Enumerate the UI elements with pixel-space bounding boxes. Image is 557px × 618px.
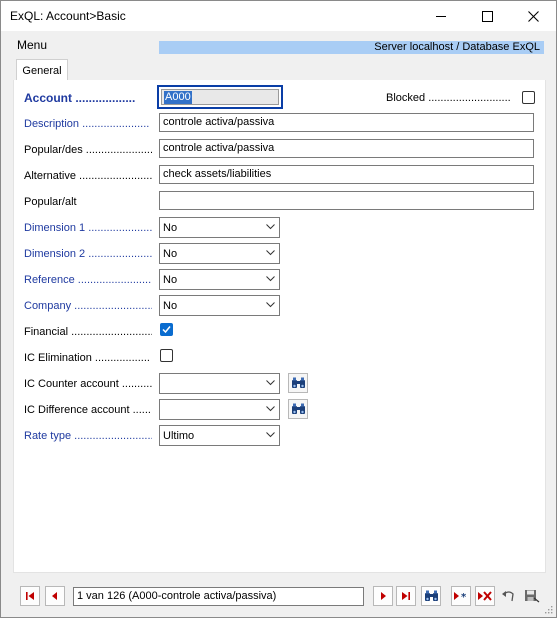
dimension2-select[interactable]: No — [159, 243, 280, 264]
save-button[interactable] — [522, 586, 542, 606]
alternative-field[interactable]: check assets/liabilities — [159, 165, 534, 184]
search-records-button[interactable] — [421, 586, 441, 606]
blocked-checkbox[interactable] — [522, 91, 535, 104]
window-title: ExQL: Account>Basic — [10, 9, 126, 23]
svg-text:*: * — [461, 592, 467, 601]
ic-elimination-label: IC Elimination .................. — [24, 352, 150, 364]
maximize-icon — [481, 10, 493, 22]
financial-checkbox[interactable] — [160, 323, 173, 336]
company-select[interactable]: No — [159, 295, 280, 316]
checkmark-icon — [162, 326, 171, 334]
last-record-icon — [402, 592, 410, 600]
account-value: A000 — [164, 91, 192, 104]
maximize-button[interactable] — [464, 1, 510, 31]
title-bar: ExQL: Account>Basic — [1, 1, 556, 31]
undo-button[interactable] — [499, 586, 519, 606]
alternative-label: Alternative ......................... — [24, 170, 152, 182]
ic-difference-account-label: IC Difference account ....... — [24, 404, 152, 416]
chevron-down-icon — [266, 224, 275, 230]
close-icon — [527, 10, 539, 22]
dimension2-value: No — [163, 248, 178, 260]
chevron-down-icon — [266, 380, 275, 386]
chevron-down-icon — [266, 276, 275, 282]
blocked-label: Blocked ............................. — [386, 92, 511, 104]
dimension1-select[interactable]: No — [159, 217, 280, 238]
menu-item[interactable]: Menu — [17, 38, 47, 52]
tab-strip: General — [13, 59, 546, 81]
popular-des-label: Popular/des ....................... — [24, 144, 152, 156]
delete-record-button[interactable] — [475, 586, 495, 606]
resize-grip-icon[interactable] — [543, 604, 553, 614]
dimension2-label: Dimension 2 ...................... — [24, 248, 152, 260]
save-icon — [525, 590, 540, 603]
popular-des-field[interactable]: controle activa/passiva — [159, 139, 534, 158]
first-record-icon — [26, 592, 34, 600]
account-label: Account .................. — [24, 91, 136, 105]
minimize-button[interactable] — [418, 1, 464, 31]
account-field-inner: A000 — [161, 89, 279, 105]
app-window: ExQL: Account>Basic Menu Server localhos… — [0, 0, 557, 618]
reference-label: Reference .......................... — [24, 274, 152, 286]
ic-difference-account-search-button[interactable] — [288, 399, 308, 419]
chevron-down-icon — [266, 432, 275, 438]
binoculars-icon — [424, 590, 438, 601]
company-label: Company ........................... — [24, 300, 152, 312]
next-record-icon — [381, 592, 386, 600]
next-record-button[interactable] — [373, 586, 393, 606]
previous-record-icon — [52, 592, 57, 600]
rate-type-value: Ultimo — [163, 430, 195, 442]
description-field[interactable]: controle activa/passiva — [159, 113, 534, 132]
company-value: No — [163, 300, 178, 312]
reference-value: No — [163, 274, 178, 286]
description-label: Description ...................... — [24, 118, 150, 130]
binoculars-icon — [291, 403, 305, 414]
account-field[interactable]: A000 — [157, 85, 283, 109]
close-button[interactable] — [510, 1, 556, 31]
popular-alt-field[interactable] — [159, 191, 534, 210]
binoculars-icon — [291, 377, 305, 388]
first-record-button[interactable] — [20, 586, 40, 606]
chevron-down-icon — [266, 250, 275, 256]
ic-counter-account-search-button[interactable] — [288, 373, 308, 393]
undo-icon — [502, 591, 514, 602]
ic-difference-account-select[interactable] — [159, 399, 280, 420]
popular-alt-label: Popular/alt — [24, 196, 77, 208]
rate-type-select[interactable]: Ultimo — [159, 425, 280, 446]
last-record-button[interactable] — [396, 586, 416, 606]
reference-select[interactable]: No — [159, 269, 280, 290]
tab-general[interactable]: General — [16, 59, 68, 81]
minimize-icon — [435, 15, 446, 17]
ic-counter-account-label: IC Counter account .......... — [24, 378, 152, 390]
dimension1-value: No — [163, 222, 178, 234]
chevron-down-icon — [266, 406, 275, 412]
record-position-field[interactable]: 1 van 126 (A000-controle activa/passiva) — [73, 587, 364, 606]
chevron-down-icon — [266, 302, 275, 308]
server-info-text: Server localhost / Database ExQL — [374, 41, 540, 53]
new-record-icon: * — [454, 592, 467, 601]
new-record-button[interactable]: * — [451, 586, 471, 606]
ic-counter-account-select[interactable] — [159, 373, 280, 394]
financial-label: Financial ........................... — [24, 326, 152, 338]
ic-elimination-checkbox[interactable] — [160, 349, 173, 362]
rate-type-label: Rate type .......................... — [24, 430, 152, 442]
previous-record-button[interactable] — [45, 586, 65, 606]
dimension1-label: Dimension 1 ...................... — [24, 222, 152, 234]
server-info-bar: Server localhost / Database ExQL — [159, 41, 544, 54]
delete-record-icon — [478, 591, 492, 601]
